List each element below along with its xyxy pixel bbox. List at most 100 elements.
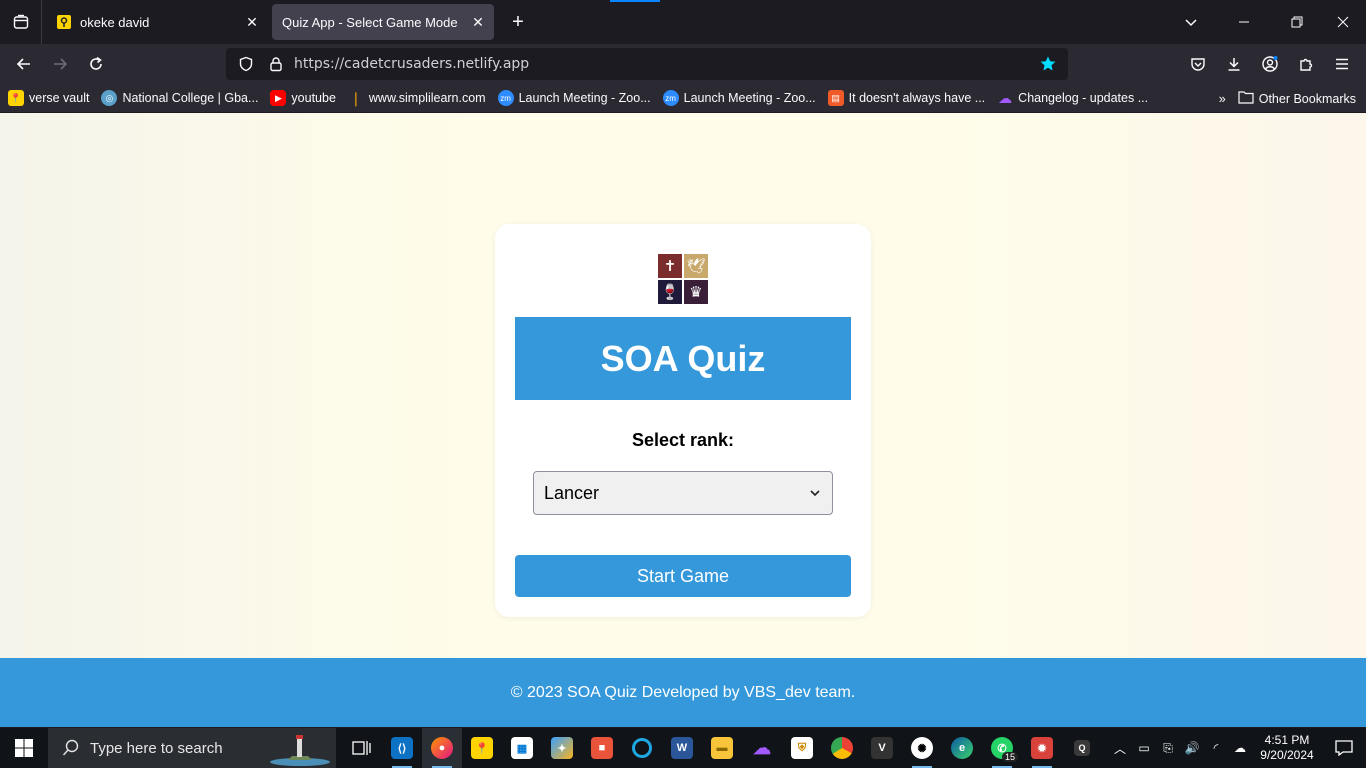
taskbar-file-explorer[interactable]: ▬ [702, 728, 742, 768]
title-banner: SOA Quiz [515, 317, 851, 400]
taskbar-firefox[interactable]: ● [422, 728, 462, 768]
quiz-card: ✝ 🕊 🍷 ♛ SOA Quiz Select rank: Lancer Sta… [495, 224, 871, 617]
bookmark-zoom-1[interactable]: zm Launch Meeting - Zoo... [497, 90, 651, 106]
vscode-icon: ⟨⟩ [391, 737, 413, 759]
wifi-icon[interactable]: ◜ [1204, 728, 1228, 768]
download-icon [1228, 58, 1240, 71]
taskbar-cortana[interactable] [622, 728, 662, 768]
tab-close-icon[interactable]: ✕ [244, 14, 260, 30]
puzzle-icon [1300, 58, 1313, 71]
address-bar[interactable]: https://cadetcrusaders.netlify.app [226, 48, 1068, 80]
cloud-purple-icon: ☁ [753, 737, 771, 758]
rank-select[interactable]: Lancer [533, 471, 833, 515]
restore-button[interactable] [1274, 0, 1320, 44]
other-bookmarks[interactable]: Other Bookmarks [1259, 92, 1356, 106]
arrow-left-icon [16, 58, 30, 70]
taskbar-cloud-app[interactable]: ☁ [742, 728, 782, 768]
taskbar-copilot[interactable]: ✦ [542, 728, 582, 768]
bookmark-changelog[interactable]: ☁ Changelog - updates ... [997, 90, 1148, 106]
task-view-button[interactable] [342, 728, 382, 768]
chevron-down-icon [808, 489, 822, 497]
taskbar-search[interactable]: Type here to search [48, 728, 336, 768]
search-icon [62, 739, 80, 757]
account-icon [1262, 56, 1278, 72]
notification-center-button[interactable] [1322, 728, 1366, 768]
account-button[interactable] [1252, 48, 1288, 80]
tab-close-icon[interactable]: ✕ [470, 14, 486, 30]
clock-date: 9/20/2024 [1260, 748, 1314, 762]
firefox-view-button[interactable] [0, 0, 42, 44]
menu-button[interactable] [1324, 48, 1360, 80]
edge-icon: e [951, 737, 973, 759]
page-footer: © 2023 SOA Quiz Developed by VBS_dev tea… [0, 658, 1366, 727]
downloads-button[interactable] [1216, 48, 1252, 80]
taskbar-chrome[interactable] [822, 728, 862, 768]
taskbar-whatsapp[interactable]: ✆ 15 [982, 728, 1022, 768]
clock-time: 4:51 PM [1264, 733, 1310, 747]
taskbar-v-app[interactable]: V [862, 728, 902, 768]
lighthouse-image-icon [270, 735, 330, 766]
meet-now-icon[interactable]: ⎘ [1156, 728, 1180, 768]
windows-taskbar: Type here to search ⟨⟩ ● 📍 ▦ ✦ ■ W ▬ ☁ ⛨… [0, 728, 1366, 768]
rank-label: Select rank: [631, 430, 735, 450]
volume-icon[interactable]: 🔊 [1180, 728, 1204, 768]
taskbar-red-app[interactable]: ✹ [1022, 728, 1062, 768]
extensions-button[interactable] [1288, 48, 1324, 80]
bookmark-verse-vault[interactable]: 📍 verse vault [8, 90, 89, 106]
bookmark-orange-icon: ▤ [827, 90, 844, 106]
onedrive-cloud-icon[interactable]: ☁ [1228, 728, 1252, 768]
chalice-icon: 🍷 [658, 280, 682, 304]
lock-icon[interactable] [264, 52, 288, 76]
crown-icon: ♛ [684, 280, 708, 304]
taskbar-store[interactable]: ▦ [502, 728, 542, 768]
bookmark-it-doesnt-always[interactable]: ▤ It doesn't always have ... [827, 90, 985, 106]
soa-logo: ✝ 🕊 🍷 ♛ [658, 254, 708, 304]
page-title: SOA Quiz [600, 337, 766, 379]
taskbar-badge-app[interactable]: ⛨ [782, 728, 822, 768]
back-button[interactable] [6, 48, 42, 80]
chevron-down-icon [1185, 19, 1197, 27]
taskbar-chatgpt[interactable]: ✺ [902, 728, 942, 768]
tray-chevron-up-icon[interactable]: ︿ [1108, 728, 1132, 768]
notification-icon [1335, 740, 1353, 756]
start-button[interactable] [0, 728, 48, 768]
task-view-icon [352, 741, 371, 755]
battery-icon[interactable]: ▭ [1132, 728, 1156, 768]
taskbar-edge[interactable]: e [942, 728, 982, 768]
bookmark-star-icon[interactable] [1036, 55, 1060, 73]
v-app-icon: V [871, 737, 893, 759]
bookmark-label: Changelog - updates ... [1018, 91, 1149, 105]
reload-icon [90, 56, 102, 70]
yellow-pin-icon [56, 14, 72, 30]
taskbar-word[interactable]: W [662, 728, 702, 768]
new-tab-button[interactable]: + [502, 6, 534, 38]
page-viewport: ✝ 🕊 🍷 ♛ SOA Quiz Select rank: Lancer Sta… [0, 113, 1366, 727]
windows-logo-icon [15, 739, 33, 757]
close-window-button[interactable] [1320, 0, 1366, 44]
more-bookmarks-chevron-icon[interactable]: » [1219, 92, 1226, 106]
bookmark-label: youtube [291, 91, 336, 105]
bookmark-simplilearn[interactable]: ❘ www.simplilearn.com [348, 90, 486, 106]
shield-icon[interactable] [234, 52, 258, 76]
pocket-button[interactable] [1180, 48, 1216, 80]
taskbar-pin-app[interactable]: 📍 [462, 728, 502, 768]
taskbar-vscode[interactable]: ⟨⟩ [382, 728, 422, 768]
reload-button[interactable] [78, 48, 114, 80]
list-all-tabs-button[interactable] [1168, 0, 1214, 44]
bookmark-label: National College | Gba... [122, 91, 259, 105]
forward-button[interactable] [42, 48, 78, 80]
url-text[interactable]: https://cadetcrusaders.netlify.app [294, 56, 1036, 72]
taskbar-clock[interactable]: 4:51 PM 9/20/2024 [1252, 733, 1322, 763]
zoom-icon: zm [497, 90, 514, 106]
taskbar-q-app[interactable]: Q [1062, 728, 1102, 768]
bookmark-national-college[interactable]: ◎ National College | Gba... [101, 90, 258, 106]
camera-recorder-icon: ■ [591, 737, 613, 759]
bookmark-youtube[interactable]: ▶ youtube [270, 90, 336, 106]
taskbar-recorder[interactable]: ■ [582, 728, 622, 768]
minimize-button[interactable] [1214, 0, 1274, 44]
tab-okeke-david[interactable]: okeke david ✕ [46, 4, 268, 40]
start-game-button[interactable]: Start Game [515, 555, 851, 597]
rank-selected-value: Lancer [544, 482, 600, 503]
tab-quiz-app[interactable]: Quiz App - Select Game Mode ✕ [272, 4, 494, 40]
bookmark-zoom-2[interactable]: zm Launch Meeting - Zoo... [662, 90, 816, 106]
